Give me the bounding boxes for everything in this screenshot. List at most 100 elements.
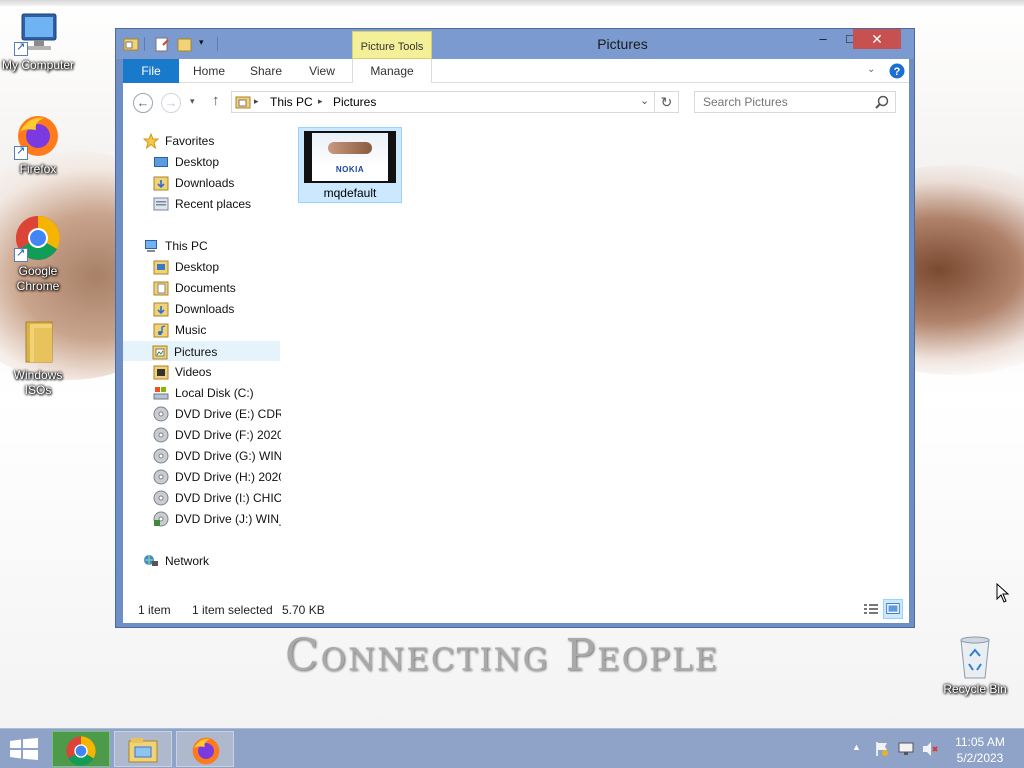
tab-view[interactable]: View [297,59,347,83]
downloads-folder-icon [153,302,169,317]
nav-local-disk-c[interactable]: Local Disk (C:) [153,383,281,403]
desktop-icon-label: Windows ISOs [13,368,63,397]
nav-dvd-drive-i[interactable]: DVD Drive (I:) CHICA [153,488,281,508]
breadcrumb-this-pc[interactable]: This PC [270,95,313,109]
large-icons-view-icon[interactable] [883,599,903,619]
dvd-drive-icon [153,448,169,464]
network-tray-icon[interactable] [898,741,914,757]
videos-folder-icon [153,365,169,380]
desktop-icon-my-computer[interactable]: My Computer [0,8,78,73]
file-explorer-icon [128,738,158,763]
nav-label: Recent places [175,197,252,211]
help-icon[interactable]: ? [889,63,905,79]
desktop-icon-firefox[interactable]: Firefox [0,112,78,177]
nav-label: Pictures [174,345,218,359]
search-input[interactable] [695,92,871,112]
nav-this-pc[interactable]: This PC [143,236,281,256]
content-area: Favorites Desktop Downloads Recent place… [123,121,909,595]
show-hidden-icons-chevron-icon[interactable]: ▲ [852,742,861,752]
nav-label: Downloads [175,176,235,190]
taskbar-chrome-button[interactable] [52,731,110,767]
tab-manage[interactable]: Manage [352,59,432,83]
nav-downloads[interactable]: Downloads [153,299,281,319]
details-view-icon[interactable] [861,599,881,619]
nav-favorites-recent-places[interactable]: Recent places [153,194,281,214]
address-toolbar: ← → ▾ ↑ ▸ This PC ▸ Pictures ⌄ ↻ [123,83,909,121]
forward-button[interactable]: → [161,93,181,113]
start-button-windows-icon[interactable] [10,738,38,760]
forward-arrow-icon: → [164,95,178,110]
dvd-drive-setup-icon [153,511,169,527]
nav-pictures[interactable]: Pictures [123,341,280,361]
taskbar-firefox-button[interactable] [176,731,234,767]
mouse-cursor-icon [996,583,1010,603]
address-bar[interactable]: ▸ This PC ▸ Pictures ⌄ [231,91,655,113]
status-bar: 1 item 1 item selected 5.70 KB [123,595,909,623]
nav-favorites-downloads[interactable]: Downloads [153,173,281,193]
nav-favorites-desktop[interactable]: Desktop [153,152,281,172]
desktop-icon-label: Recycle Bin [943,682,1007,696]
address-dropdown-chevron-icon[interactable]: ⌄ [640,94,649,107]
breadcrumb-pictures[interactable]: Pictures [333,95,376,109]
downloads-folder-icon [153,176,169,191]
nav-dvd-drive-e[interactable]: DVD Drive (E:) CDRC [153,404,281,424]
nav-label: DVD Drive (H:) 20200 [175,470,281,484]
back-arrow-icon: ← [136,95,150,110]
wallpaper-slogan: Connecting People [285,630,720,681]
nav-dvd-drive-g[interactable]: DVD Drive (G:) WIN3 [153,446,281,466]
music-folder-icon [153,323,169,338]
thumbnail-hands [328,142,372,154]
title-bar[interactable]: ▾ Picture Tools Pictures – □ ✕ [116,29,914,59]
tab-home[interactable]: Home [183,59,235,83]
up-arrow-icon[interactable]: ↑ [212,92,220,109]
shortcut-arrow-icon [14,144,28,160]
pictures-folder-icon [152,345,168,360]
nav-favorites[interactable]: Favorites [143,131,281,151]
nav-dvd-drive-j[interactable]: DVD Drive (J:) WIN_S [153,509,281,529]
window-title: Pictures [597,36,648,52]
desktop-icon-label: Google Chrome [16,264,60,293]
nav-dvd-drive-h[interactable]: DVD Drive (H:) 20200 [153,467,281,487]
taskbar-file-explorer-button[interactable] [114,731,172,767]
ribbon-tabs: File Home Share View Manage ⌄ ? [123,59,909,83]
firefox-icon [192,737,220,765]
file-list-pane[interactable]: NOKIA mqdefault [291,121,909,595]
expand-ribbon-chevron-icon[interactable]: ⌄ [867,64,875,75]
search-icon[interactable] [875,95,889,109]
close-button[interactable]: ✕ [853,29,901,49]
nav-music[interactable]: Music [153,320,281,340]
volume-muted-icon[interactable] [922,741,938,757]
nav-label: DVD Drive (J:) WIN_S [175,512,281,526]
recent-places-icon [153,197,169,211]
refresh-icon: ↻ [660,94,673,110]
chrome-icon [14,214,62,262]
back-button[interactable]: ← [133,93,153,113]
desktop-icon [154,157,168,167]
nav-dvd-drive-f[interactable]: DVD Drive (F:) 20200 [153,425,281,445]
nav-videos[interactable]: Videos [153,362,281,382]
navigation-pane: Favorites Desktop Downloads Recent place… [123,121,283,595]
thumbnail-image: NOKIA [312,133,388,181]
search-box[interactable] [694,91,896,113]
nav-desktop[interactable]: Desktop [153,257,281,277]
nav-label: Videos [175,365,212,379]
action-center-flag-icon[interactable] [874,741,890,757]
nav-network[interactable]: Network [143,551,281,571]
desktop-icon-windows-isos[interactable]: Windows ISOs [0,318,78,398]
minimize-button[interactable]: – [811,29,835,49]
thumbnail-logo-text: NOKIA [335,165,365,174]
desktop-folder-icon [153,260,169,275]
file-item[interactable]: NOKIA mqdefault [298,127,402,203]
status-item-count: 1 item [138,603,171,617]
desktop-icon-google-chrome[interactable]: Google Chrome [0,214,78,294]
breadcrumb-separator-icon: ▸ [254,96,259,106]
tab-share[interactable]: Share [239,59,293,83]
nav-documents[interactable]: Documents [153,278,281,298]
recent-locations-chevron-icon[interactable]: ▾ [190,96,195,107]
taskbar-clock[interactable]: 11:05 AM 5/2/2023 [944,734,1016,766]
folder-icon [14,318,62,366]
desktop-icon-recycle-bin[interactable]: Recycle Bin [935,632,1015,697]
refresh-button[interactable]: ↻ [655,91,679,113]
clock-time: 11:05 AM [955,735,1005,749]
tab-file[interactable]: File [123,59,179,83]
